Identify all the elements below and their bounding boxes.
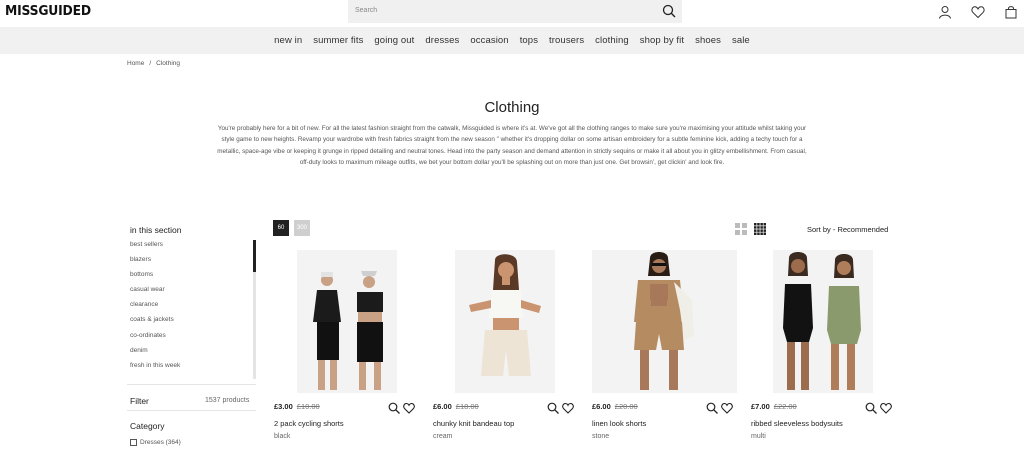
section-item-denim[interactable]: denim: [130, 347, 255, 362]
quick-view-icon[interactable]: [388, 402, 400, 414]
per-page-60-button[interactable]: 60: [273, 220, 289, 236]
wishlist-heart-icon[interactable]: [403, 402, 415, 414]
nav-item-tops[interactable]: tops: [520, 35, 538, 46]
search-icon[interactable]: [662, 4, 676, 18]
sort-prefix: Sort by: [807, 225, 831, 234]
section-item-casual-wear[interactable]: casual wear: [130, 286, 255, 301]
section-item-coats-jackets[interactable]: coats & jackets: [130, 316, 255, 331]
product-name[interactable]: linen look shorts: [592, 419, 646, 428]
original-price: £20.00: [614, 402, 638, 411]
nav-item-clothing[interactable]: clothing: [595, 35, 629, 46]
divider: [127, 384, 256, 385]
product-actions: [388, 402, 415, 414]
sale-price: £6.00: [433, 402, 452, 411]
account-icon[interactable]: [938, 5, 952, 19]
divider: [127, 410, 256, 411]
category-option-dresses[interactable]: Dresses (364): [130, 439, 181, 446]
section-list: best sellers blazers bottoms casual wear…: [130, 241, 255, 377]
product-color: stone: [592, 433, 610, 440]
quick-view-icon[interactable]: [547, 402, 559, 414]
wishlist-icon[interactable]: [971, 5, 985, 19]
original-price: £18.00: [455, 402, 479, 411]
sort-dropdown[interactable]: Sort by - Recommended: [807, 225, 888, 234]
nav-item-summer-fits[interactable]: summer fits: [313, 35, 363, 46]
main-nav: new in summer fits going out dresses occ…: [0, 27, 1024, 54]
nav-item-dresses[interactable]: dresses: [425, 35, 459, 46]
product-color: multi: [751, 433, 766, 440]
category-option-label: Dresses (364): [140, 439, 181, 446]
nav-item-shop-by-fit[interactable]: shop by fit: [640, 35, 684, 46]
product-image[interactable]: [455, 250, 555, 393]
product-name[interactable]: ribbed sleeveless bodysuits: [751, 419, 843, 428]
product-actions: [865, 402, 892, 414]
product-actions: [547, 402, 574, 414]
original-price: £22.00: [773, 402, 797, 411]
breadcrumb: Home / Clothing: [127, 60, 180, 67]
product-image[interactable]: [297, 250, 397, 393]
sale-price: £3.00: [274, 402, 293, 411]
bag-icon[interactable]: [1004, 5, 1018, 19]
section-item-co-ordinates[interactable]: co-ordinates: [130, 332, 255, 347]
product-color: black: [274, 433, 291, 440]
breadcrumb-current: Clothing: [156, 60, 181, 67]
original-price: £10.00: [296, 402, 320, 411]
page-title: Clothing: [484, 99, 540, 116]
filter-label: Filter: [130, 396, 149, 406]
nav-item-going-out[interactable]: going out: [374, 35, 414, 46]
sort-value: - Recommended: [832, 225, 889, 234]
wishlist-heart-icon[interactable]: [721, 402, 733, 414]
grid-2-view-icon[interactable]: [735, 223, 747, 235]
product-price: £3.00 £10.00: [274, 402, 320, 411]
grid-4-view-icon[interactable]: [754, 223, 766, 235]
nav-item-occasion[interactable]: occasion: [470, 35, 508, 46]
nav-item-sale[interactable]: sale: [732, 35, 750, 46]
nav-item-new-in[interactable]: new in: [274, 35, 302, 46]
breadcrumb-home[interactable]: Home: [127, 60, 144, 67]
product-color: cream: [433, 433, 453, 440]
quick-view-icon[interactable]: [706, 402, 718, 414]
product-price: £6.00 £18.00: [433, 402, 479, 411]
nav-item-trousers[interactable]: trousers: [549, 35, 584, 46]
product-image[interactable]: [592, 250, 737, 393]
section-item-blazers[interactable]: blazers: [130, 256, 255, 271]
sale-price: £6.00: [592, 402, 611, 411]
category-label[interactable]: Category: [130, 421, 165, 431]
breadcrumb-separator: /: [149, 60, 152, 67]
sale-price: £7.00: [751, 402, 770, 411]
wishlist-heart-icon[interactable]: [562, 402, 574, 414]
section-item-clearance[interactable]: clearance: [130, 301, 255, 316]
brand-logo[interactable]: MISSGUIDED: [5, 4, 91, 19]
product-count: 1537 products: [205, 397, 250, 404]
product-name[interactable]: 2 pack cycling shorts: [274, 419, 344, 428]
product-image[interactable]: [773, 250, 873, 393]
quick-view-icon[interactable]: [865, 402, 877, 414]
product-price: £6.00 £20.00: [592, 402, 638, 411]
product-actions: [706, 402, 733, 414]
section-scrollbar-thumb[interactable]: [253, 240, 256, 272]
search-input[interactable]: Search: [355, 7, 377, 14]
site-header: MISSGUIDED Search: [0, 0, 1024, 27]
section-item-bottoms[interactable]: bottoms: [130, 271, 255, 286]
section-item-best-sellers[interactable]: best sellers: [130, 241, 255, 256]
nav-item-shoes[interactable]: shoes: [695, 35, 721, 46]
product-name[interactable]: chunky knit bandeau top: [433, 419, 514, 428]
section-heading: in this section: [130, 225, 182, 235]
product-price: £7.00 £22.00: [751, 402, 797, 411]
per-page-300-button[interactable]: 300: [294, 220, 310, 236]
search-bar[interactable]: Search: [348, 0, 682, 23]
wishlist-heart-icon[interactable]: [880, 402, 892, 414]
checkbox[interactable]: [130, 439, 137, 446]
page-intro: You're probably here for a bit of new. F…: [217, 125, 807, 166]
section-item-fresh-in-this-week[interactable]: fresh in this week: [130, 362, 255, 377]
